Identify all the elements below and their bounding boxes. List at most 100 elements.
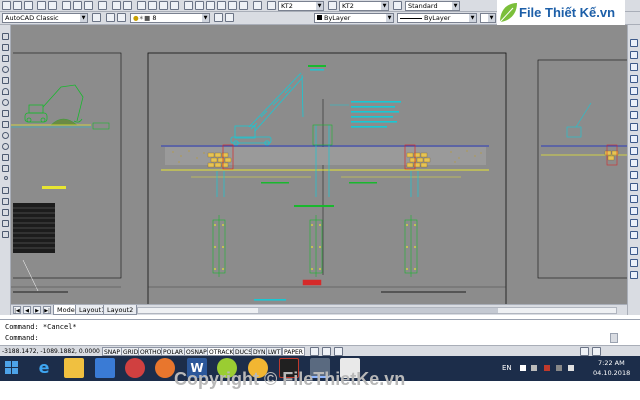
antivirus-icon[interactable] [544, 365, 550, 371]
draw-order-icon[interactable] [630, 247, 638, 255]
mirror-icon[interactable] [630, 63, 638, 71]
clock-time[interactable]: 7:22 AM [598, 359, 625, 367]
zoom-previous-icon[interactable] [170, 1, 179, 10]
pan-icon[interactable] [137, 1, 146, 10]
polyline-icon[interactable] [2, 55, 9, 62]
annotation-visibility-icon[interactable] [334, 347, 343, 356]
annotation-scale-icon[interactable] [322, 347, 331, 356]
cut-icon[interactable] [62, 1, 71, 10]
clock-date[interactable]: 04.10.2018 [593, 369, 630, 377]
first-tab-icon[interactable]: |◀ [13, 306, 21, 314]
language-indicator[interactable]: EN [502, 364, 512, 372]
circle-icon[interactable] [2, 99, 9, 106]
zoom-realtime-icon[interactable] [148, 1, 157, 10]
last-tab-icon[interactable]: ▶| [43, 306, 51, 314]
point-icon[interactable] [4, 176, 8, 180]
command-window[interactable]: Command: *Cancel* Command: [0, 319, 640, 345]
layer-select[interactable]: ●✶■ 8 ▼ [130, 13, 210, 23]
help-icon[interactable] [253, 1, 262, 10]
table-style-select[interactable]: Standard ▼ [405, 1, 460, 11]
battery-icon[interactable] [568, 365, 574, 371]
ortho-toggle[interactable]: ORTHO [138, 347, 164, 356]
otrack-toggle[interactable]: OTRACK [207, 347, 236, 356]
dyn-toggle[interactable]: DYN [251, 347, 268, 356]
text-style-select[interactable]: KT2 ▼ [278, 1, 324, 11]
scale-icon[interactable] [630, 123, 638, 131]
linetype-select[interactable]: ByLayer ▼ [397, 13, 477, 23]
make-current-layer-icon[interactable] [214, 13, 223, 22]
design-center-icon[interactable] [195, 1, 204, 10]
revision-cloud-icon[interactable] [2, 110, 9, 117]
workspace-select[interactable]: AutoCAD Classic ▼ [2, 13, 88, 23]
lock-ui-icon[interactable] [580, 347, 589, 356]
undo-icon[interactable] [112, 1, 121, 10]
next-tab-icon[interactable]: ▶ [33, 306, 41, 314]
osnap-toggle[interactable]: OSNAP [184, 347, 209, 356]
polygon-icon[interactable] [2, 66, 9, 73]
tool-palettes-icon[interactable] [206, 1, 215, 10]
properties-icon[interactable] [184, 1, 193, 10]
print-icon[interactable] [37, 1, 46, 10]
ellipse-arc-icon[interactable] [2, 143, 9, 150]
match-properties-icon[interactable] [98, 1, 107, 10]
array-icon[interactable] [630, 87, 638, 95]
lwt-toggle[interactable]: LWT [266, 347, 283, 356]
table-style-icon[interactable] [393, 1, 402, 10]
drawing-canvas[interactable] [11, 25, 627, 304]
network-icon[interactable] [520, 365, 526, 371]
make-block-icon[interactable] [2, 165, 9, 172]
copy-object-icon[interactable] [630, 51, 638, 59]
layer-state-icon[interactable] [117, 13, 126, 22]
previous-tab-icon[interactable]: ◀ [23, 306, 31, 314]
internet-explorer-icon[interactable]: e [34, 358, 54, 378]
copy-icon[interactable] [73, 1, 82, 10]
horizontal-scrollbar[interactable] [137, 307, 617, 314]
redo-icon[interactable] [123, 1, 132, 10]
gradient-icon[interactable] [2, 198, 9, 205]
open-file-icon[interactable] [13, 1, 22, 10]
hatch-icon[interactable] [2, 187, 9, 194]
plot-preview-icon[interactable] [48, 1, 57, 10]
offset-icon[interactable] [630, 75, 638, 83]
trim-icon[interactable] [630, 147, 638, 155]
break-icon[interactable] [630, 183, 638, 191]
tray-icon[interactable] [531, 365, 537, 371]
volume-icon[interactable] [556, 365, 562, 371]
calculator-icon[interactable] [239, 1, 248, 10]
app-icon[interactable] [125, 358, 145, 378]
previous-layer-icon[interactable] [225, 13, 234, 22]
rotate-icon[interactable] [630, 111, 638, 119]
paper-toggle[interactable]: PAPER [282, 347, 305, 356]
send-to-back-icon[interactable] [630, 271, 638, 279]
zoom-window-icon[interactable] [159, 1, 168, 10]
store-icon[interactable] [95, 358, 115, 378]
fillet-icon[interactable] [630, 219, 638, 227]
erase-icon[interactable] [630, 39, 638, 47]
paste-icon[interactable] [84, 1, 93, 10]
dim-style-icon[interactable] [328, 1, 337, 10]
save-icon[interactable] [24, 1, 33, 10]
chamfer-icon[interactable] [630, 207, 638, 215]
ellipse-icon[interactable] [2, 132, 9, 139]
tab-layout2[interactable]: Layout2 [103, 305, 138, 315]
layer-manager-icon[interactable] [106, 13, 115, 22]
region-icon[interactable] [2, 209, 9, 216]
table-icon[interactable] [2, 220, 9, 227]
extend-icon[interactable] [630, 159, 638, 167]
color-select[interactable]: ByLayer ▼ [314, 13, 394, 23]
construction-line-icon[interactable] [2, 44, 9, 51]
markup-icon[interactable] [228, 1, 237, 10]
scrollbar-thumb[interactable] [258, 308, 498, 313]
text-style-icon[interactable] [267, 1, 276, 10]
polar-toggle[interactable]: POLAR [161, 347, 186, 356]
file-explorer-icon[interactable] [64, 358, 84, 378]
rectangle-icon[interactable] [2, 77, 9, 84]
command-scroll-icon[interactable] [610, 333, 618, 343]
lineweight-select[interactable]: ▼ [480, 13, 496, 23]
workspace-settings-icon[interactable] [92, 13, 101, 22]
firefox-icon[interactable] [155, 358, 175, 378]
arc-icon[interactable] [2, 88, 9, 95]
clean-screen-icon[interactable] [592, 347, 601, 356]
sheet-set-icon[interactable] [217, 1, 226, 10]
move-icon[interactable] [630, 99, 638, 107]
